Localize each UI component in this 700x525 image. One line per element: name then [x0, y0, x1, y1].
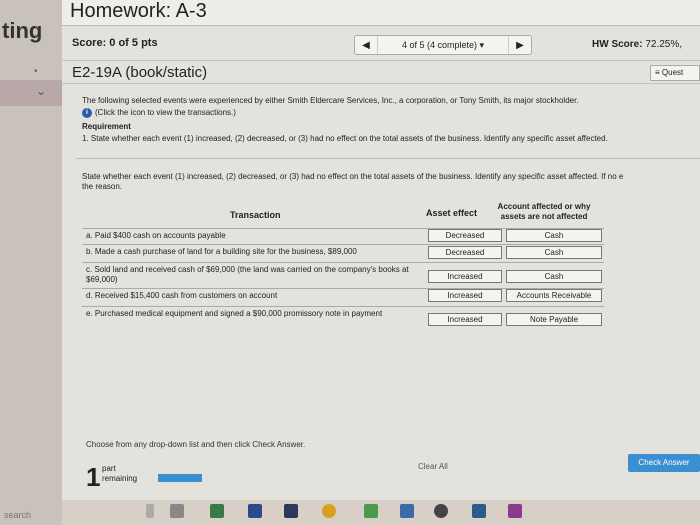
row-description: c. Sold land and received cash of $69,00… [86, 265, 409, 284]
photos-icon[interactable] [508, 504, 522, 518]
state-text: State whether each event (1) increased, … [82, 172, 624, 181]
next-question-button[interactable]: ▶ [509, 40, 531, 51]
media-icon[interactable] [434, 504, 448, 518]
edge-icon[interactable] [284, 504, 298, 518]
account-dropdown[interactable]: Cash [506, 229, 602, 242]
asset-effect-dropdown[interactable]: Increased [428, 313, 502, 326]
sidebar-dot: • [34, 66, 38, 77]
requirement-instruction: 1. State whether each event (1) increase… [82, 134, 608, 143]
asset-effect-dropdown[interactable]: Increased [428, 289, 502, 302]
asset-effect-dropdown[interactable]: Decreased [428, 246, 502, 259]
requirement-heading: Requirement [82, 122, 131, 131]
table-row: e. Purchased medical equipment and signe… [82, 306, 604, 332]
clear-all-button[interactable]: Clear All [418, 462, 448, 471]
row-description: d. Received $15,400 cash from customers … [86, 291, 278, 300]
transactions-link-text[interactable]: (Click the icon to view the transactions… [95, 108, 236, 118]
account-dropdown[interactable]: Cash [506, 270, 602, 283]
intro-text: The following selected events were exper… [82, 96, 579, 105]
parts-remaining-label: part remaining [102, 464, 137, 484]
score-label: Score: 0 of 5 pts [72, 37, 158, 49]
table-row: a. Paid $400 cash on accounts payable De… [82, 228, 604, 242]
check-answer-button[interactable]: Check Answer [628, 454, 700, 472]
previous-question-button[interactable]: ◀ [355, 40, 377, 51]
taskbar [62, 500, 700, 525]
header-account-affected: Account affected or why assets are not a… [497, 202, 591, 221]
chevron-down-icon[interactable]: ⌄ [36, 84, 46, 98]
hw-score-value: 72.25%, [645, 39, 683, 50]
question-bar: E2-19A (book/static) ≡ Quest [62, 60, 700, 84]
hw-score-label: HW Score: [592, 39, 643, 50]
hw-score: HW Score: 72.25%, [592, 39, 682, 50]
explorer-icon[interactable] [364, 504, 378, 518]
question-title: E2-19A (book/static) [72, 64, 208, 81]
section-divider [76, 158, 700, 159]
question-progress-dropdown[interactable]: 4 of 5 (4 complete) ▾ [377, 36, 509, 54]
row-description: b. Made a cash purchase of land for a bu… [86, 247, 357, 256]
left-sidebar: ting • ⌄ search [0, 0, 62, 525]
parts-remaining-count: 1 [86, 462, 101, 492]
app-icon[interactable] [400, 504, 414, 518]
row-description: a. Paid $400 cash on accounts payable [86, 231, 226, 240]
asset-effect-dropdown[interactable]: Increased [428, 270, 502, 283]
account-dropdown[interactable]: Cash [506, 246, 602, 259]
account-dropdown[interactable]: Note Payable [506, 313, 602, 326]
footer-bar: 1 part remaining Clear All Check Answer [62, 452, 700, 500]
progress-text: 4 of 5 (4 complete) [401, 40, 477, 50]
sidebar-heading: ting [2, 18, 43, 43]
header-transaction: Transaction [230, 210, 281, 220]
state-text-2: the reason. [82, 182, 123, 191]
part-label-line: part [102, 464, 116, 473]
table-row: d. Received $15,400 cash from customers … [82, 288, 604, 304]
header-asset-effect: Asset effect [426, 208, 478, 218]
homework-panel: Homework: A-3 Score: 0 of 5 pts ◀ 4 of 5… [62, 0, 700, 525]
row-description: e. Purchased medical equipment and signe… [86, 309, 383, 318]
store-icon[interactable] [210, 504, 224, 518]
search-text[interactable]: search [4, 510, 31, 520]
mic-icon[interactable] [146, 504, 154, 518]
page-title: Homework: A-3 [70, 0, 207, 22]
transactions-link[interactable]: i (Click the icon to view the transactio… [82, 108, 697, 118]
mail-icon[interactable] [248, 504, 262, 518]
task-view-icon[interactable] [170, 504, 184, 518]
part-label-line: remaining [102, 474, 138, 483]
info-icon[interactable]: i [82, 108, 92, 118]
question-intro: The following selected events were exper… [82, 96, 697, 144]
title-bar: Homework: A-3 [62, 0, 700, 26]
chrome-icon[interactable] [322, 504, 336, 518]
score-bar: Score: 0 of 5 pts ◀ 4 of 5 (4 complete) … [62, 30, 700, 58]
question-help-label: Quest [661, 68, 684, 77]
hint-text: Choose from any drop-down list and then … [86, 440, 306, 449]
question-help-button[interactable]: ≡ Quest [650, 65, 700, 81]
question-navigator: ◀ 4 of 5 (4 complete) ▾ ▶ [354, 35, 532, 55]
account-dropdown[interactable]: Accounts Receivable [506, 289, 602, 302]
parts-progress-bar [158, 474, 202, 482]
state-instruction: State whether each event (1) increased, … [82, 172, 697, 192]
asset-effect-dropdown[interactable]: Decreased [428, 229, 502, 242]
table-row: b. Made a cash purchase of land for a bu… [82, 244, 604, 260]
sidebar-active-item[interactable] [0, 80, 62, 106]
settings-icon[interactable] [472, 504, 486, 518]
table-row: c. Sold land and received cash of $69,00… [82, 262, 604, 286]
